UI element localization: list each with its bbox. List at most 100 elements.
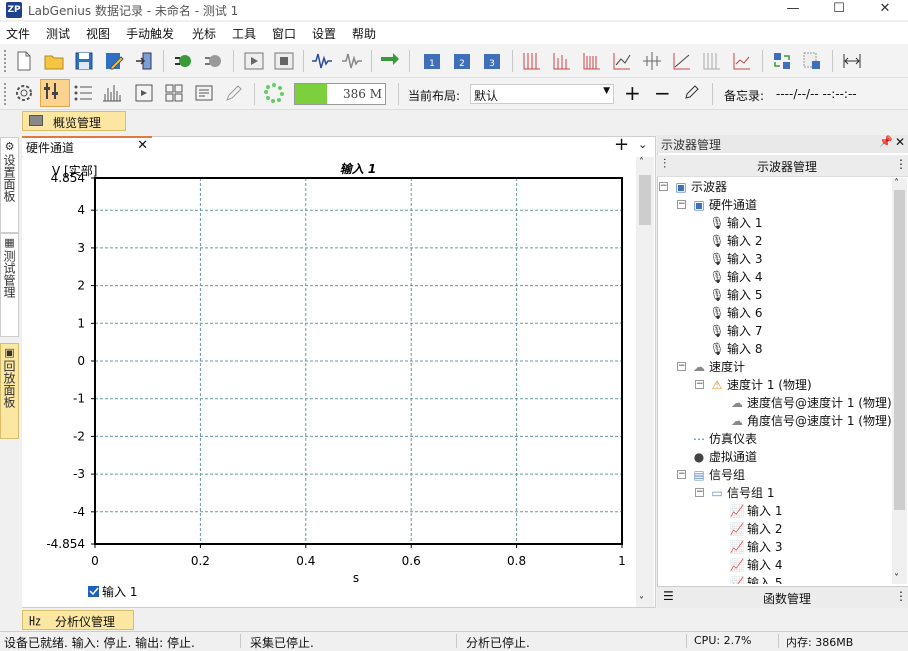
chart-disabled-icon[interactable] [700,49,724,73]
layout-1-icon[interactable]: 1 [420,49,444,73]
chart-trend-icon[interactable] [730,49,754,73]
memory-progress-bar: 386 M [294,83,386,105]
y-tick-label: 4.854 [51,171,85,185]
collapse-icon[interactable]: − [659,182,668,191]
film-icon[interactable] [132,81,156,105]
tree-node-label: 信号组 [709,468,746,482]
connect-device-icon[interactable] [172,49,196,73]
tab-overview-label: 概览管理 [53,116,102,130]
crosshair-icon[interactable] [640,49,664,73]
scroll-up-icon[interactable]: ˄ [894,178,899,189]
tab-analyzer[interactable]: ㎐ 分析仪管理 [22,610,134,630]
layout-3-icon[interactable]: 3 [480,49,504,73]
toolbar-grip[interactable] [4,50,7,72]
report-icon[interactable] [192,81,216,105]
list-icon[interactable] [72,81,96,105]
spectrum-icon[interactable] [100,81,124,105]
menu-tools[interactable]: 工具 [232,25,256,42]
disconnect-device-icon[interactable] [202,49,226,73]
menu-file[interactable]: 文件 [6,25,30,42]
menu-view[interactable]: 视图 [86,25,110,42]
edit-icon[interactable] [102,49,126,73]
menu-settings[interactable]: 设置 [312,25,336,42]
side-tab-settings[interactable]: ⚙ 设置面板 [0,137,19,233]
add-layout-icon[interactable]: + [624,81,641,105]
scroll-up-icon[interactable]: ˄ [639,157,644,168]
menu-test[interactable]: 测试 [46,25,70,42]
scroll-down-icon[interactable]: ˅ [639,596,644,607]
dots-icon: ⋯ [693,432,705,446]
oscilloscope-subheader: ⫶ 示波器管理 ⋮ [657,155,908,177]
play-icon[interactable] [242,49,266,73]
tab-overview[interactable]: 概览管理 [22,111,126,131]
microphone-icon: 🎙 [709,324,725,338]
y-tick-label: -4.854 [46,537,85,551]
remove-layout-icon[interactable]: − [654,81,671,105]
menu-manual-trigger[interactable]: 手动触发 [126,25,174,42]
film-icon: ▣ [4,346,15,359]
close-tab-icon[interactable]: ✕ [137,138,148,153]
arrow-right-icon[interactable] [378,49,402,73]
new-file-icon[interactable] [12,49,36,73]
layout-2-icon[interactable]: 2 [450,49,474,73]
rename-layout-icon[interactable] [684,84,700,103]
exit-icon[interactable] [132,49,156,73]
waveform-off-icon[interactable] [340,49,364,73]
device-status: 设备已就绪. 输入: 停止. 输出: 停止. [4,636,195,650]
fit-width-icon[interactable] [840,49,864,73]
minimize-button[interactable]: — [770,0,816,20]
line-chart-icon[interactable] [670,49,694,73]
open-folder-icon[interactable] [42,49,66,73]
collapse-icon[interactable]: − [677,200,686,209]
menu-help[interactable]: 帮助 [352,25,376,42]
maximize-button[interactable]: ☐ [816,0,862,20]
list-icon: ☰ [663,589,674,603]
collapse-icon[interactable]: − [677,470,686,479]
add-tab-icon[interactable]: + [614,134,629,155]
scroll-thumb[interactable] [894,190,905,510]
chevron-down-icon[interactable]: ⌄ [638,138,647,151]
collapse-icon[interactable]: − [695,488,704,497]
memo-value: ----/--/-- --:--:-- [776,87,857,101]
y-tick-label: -4 [73,505,85,519]
side-tab-test[interactable]: ▦ 测试管理 [0,233,19,337]
chart-scrollbar[interactable]: ˄ ˅ [636,157,654,607]
gear-icon[interactable] [12,81,36,105]
tab-hardware-channel[interactable]: 硬件通道 ✕ [22,136,152,156]
tree-node-label: 输入 6 [727,306,763,320]
collapse-icon[interactable]: − [695,380,704,389]
close-button[interactable]: ✕ [862,0,908,20]
tree-scrollbar[interactable]: ˄ ˅ [892,178,907,584]
side-tab-strip: ⚙ 设置面板 ▦ 测试管理 ▣ 回放面板 [0,135,20,608]
menu-window[interactable]: 窗口 [272,25,296,42]
bar-chart-2-icon[interactable] [580,49,604,73]
waveform-icon[interactable] [310,49,334,73]
pen-icon[interactable] [222,81,246,105]
close-panel-icon[interactable]: ✕ [895,135,905,149]
chart-cursor-icon[interactable] [610,49,634,73]
menu-cursor[interactable]: 光标 [192,25,216,42]
collapse-icon[interactable]: − [677,362,686,371]
tree-node-label: 示波器 [691,180,728,194]
swap-icon[interactable] [770,49,794,73]
scroll-thumb[interactable] [639,175,651,225]
layout-select[interactable]: 默认 ▼ [470,84,614,104]
lock-icon[interactable] [800,49,824,73]
grid-chart-icon[interactable] [520,49,544,73]
status-bar: 设备已就绪. 输入: 停止. 输出: 停止. 采集已停止. 分析已停止. CPU… [0,631,908,650]
toolbar-grip[interactable] [4,83,7,105]
side-tab-playback[interactable]: ▣ 回放面板 [0,343,19,439]
more-icon[interactable]: ⋮ [895,157,907,171]
chart-title: 输入 1 [340,162,377,176]
grid-view-icon[interactable] [162,81,186,105]
scroll-down-icon[interactable]: ˅ [894,573,899,584]
save-icon[interactable] [72,49,96,73]
function-panel-header[interactable]: ☰ 函数管理 ⋮ [657,586,908,608]
speedometer-icon: ⚠ [711,378,723,392]
bar-chart-icon[interactable] [550,49,574,73]
microphone-icon: 🎙 [709,252,725,266]
channel-settings-icon[interactable] [40,79,70,107]
stop-icon[interactable] [272,49,296,73]
more-icon[interactable]: ⋮ [895,589,907,603]
pin-icon[interactable]: 📌 [879,135,893,148]
